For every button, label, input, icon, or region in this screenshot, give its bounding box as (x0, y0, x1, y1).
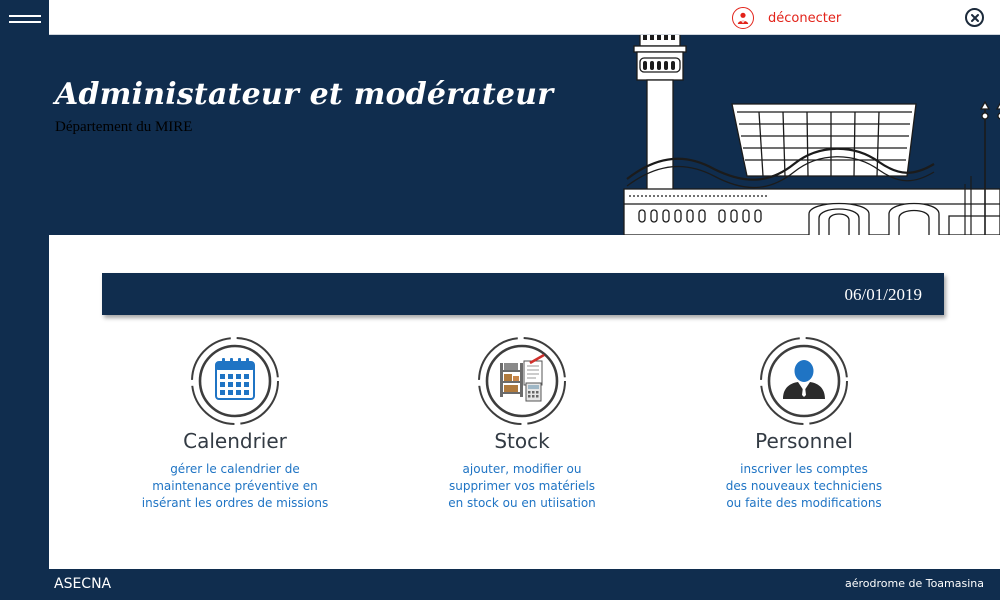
page-title: Administateur et modérateur (55, 77, 554, 112)
stock-card[interactable]: Stock ajouter, modifier ou supprimer vos… (402, 333, 642, 512)
personnel-card-description: inscriver les comptes des nouveaux techn… (725, 462, 883, 510)
user-logout-icon (732, 7, 754, 29)
header-banner: Administateur et modérateur Département … (49, 35, 1000, 235)
stock-icon (478, 337, 566, 425)
footer: ASECNA aérodrome de Toamasina (0, 569, 1000, 600)
stock-card-title: Stock (494, 429, 550, 453)
close-icon[interactable] (965, 8, 984, 27)
current-date: 06/01/2019 (844, 285, 922, 304)
calendar-icon (191, 337, 279, 425)
calendar-card-title: Calendrier (183, 429, 287, 453)
date-bar: 06/01/2019 (102, 273, 944, 315)
person-icon (760, 337, 848, 425)
menu-icon[interactable] (9, 12, 41, 26)
personnel-card[interactable]: Personnel inscriver les comptes des nouv… (684, 333, 924, 512)
page-subtitle: Département du MIRE (55, 119, 193, 135)
personnel-card-title: Personnel (755, 429, 853, 453)
calendar-card[interactable]: Calendrier gérer le calendrier de mainte… (115, 333, 355, 512)
logout-button[interactable]: déconecter (732, 7, 841, 29)
stock-card-description: ajouter, modifier ou supprimer vos matér… (448, 462, 596, 510)
top-bar: déconecter (49, 0, 1000, 35)
airport-illustration (623, 35, 1000, 235)
footer-org: ASECNA (54, 576, 112, 592)
sidebar (0, 0, 49, 600)
footer-location: aérodrome de Toamasina (844, 577, 984, 590)
logout-label: déconecter (768, 10, 842, 26)
calendar-card-description: gérer le calendrier de maintenance préve… (141, 462, 329, 510)
